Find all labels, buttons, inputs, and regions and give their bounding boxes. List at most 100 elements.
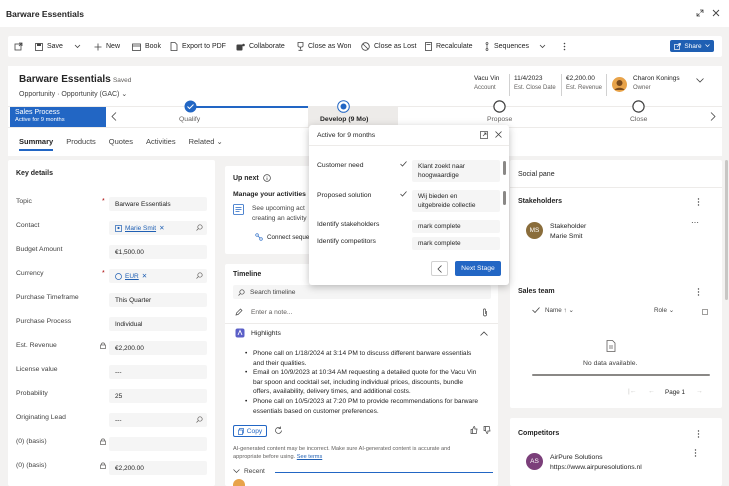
contact-lookup[interactable]: Marie Smit ✕ bbox=[109, 221, 207, 235]
currency-lookup[interactable]: EUR ✕ bbox=[109, 269, 207, 283]
column-header-role[interactable]: Role ⌄ bbox=[654, 307, 674, 314]
column-options-icon[interactable] bbox=[702, 309, 708, 315]
purchase-timeframe-select[interactable]: This Quarter bbox=[109, 293, 207, 307]
activity-avatar bbox=[233, 479, 245, 486]
stakeholder-more-button[interactable]: ⋯ bbox=[691, 218, 699, 227]
stage-close-marker[interactable] bbox=[632, 100, 645, 113]
collapse-highlights-button[interactable] bbox=[480, 331, 488, 336]
account-link[interactable]: Vacu Vin bbox=[474, 75, 499, 82]
collaborate-button[interactable]: Collaborate bbox=[236, 36, 285, 57]
competitor-more-button[interactable] bbox=[694, 449, 697, 457]
next-stage-button[interactable]: Next Stage bbox=[455, 261, 501, 276]
stage-qualify-label[interactable]: Qualify bbox=[179, 116, 200, 123]
step-proposed-solution-input[interactable]: Wij bieden en uitgebreide collectie bbox=[412, 190, 500, 212]
note-input[interactable]: Enter a note... bbox=[251, 309, 292, 316]
originating-lead-lookup[interactable]: --- bbox=[109, 413, 207, 427]
step-identify-stakeholders-input[interactable]: mark complete bbox=[412, 220, 500, 233]
stakeholders-more-button[interactable] bbox=[697, 198, 700, 206]
next-page-button[interactable]: → bbox=[696, 388, 703, 395]
page-scrollbar[interactable] bbox=[725, 160, 728, 300]
basis-2-input[interactable]: €2,200.00 bbox=[109, 461, 207, 475]
budget-amount-input[interactable]: €1,500.00 bbox=[109, 245, 207, 259]
topic-input[interactable]: Barware Essentials bbox=[109, 197, 207, 211]
stakeholder-item[interactable]: Stakeholder Marie Smit bbox=[550, 222, 586, 242]
tab-products[interactable]: Products bbox=[66, 137, 96, 151]
book-button[interactable]: Book bbox=[132, 36, 161, 57]
more-commands-button[interactable] bbox=[563, 36, 566, 57]
est-revenue-input[interactable]: €2,200.00 bbox=[109, 341, 207, 355]
probability-input[interactable]: 25 bbox=[109, 389, 207, 403]
first-page-button[interactable]: |← bbox=[628, 388, 637, 395]
sales-team-scrollbar[interactable] bbox=[532, 374, 710, 376]
attachment-icon[interactable] bbox=[482, 308, 488, 317]
remove-currency-icon[interactable]: ✕ bbox=[142, 272, 147, 280]
highlight-2-line3: offers, availability, delivery times, an… bbox=[253, 388, 411, 396]
close-icon[interactable] bbox=[712, 9, 720, 17]
save-button[interactable]: Save bbox=[35, 36, 63, 57]
sequences-chevron[interactable] bbox=[539, 36, 546, 57]
license-value-input[interactable]: --- bbox=[109, 365, 207, 379]
sequences-button[interactable]: Sequences bbox=[484, 36, 529, 57]
tab-related[interactable]: Related ⌄ bbox=[189, 137, 223, 151]
purchase-process-select[interactable]: Individual bbox=[109, 317, 207, 331]
header-expand-chevron[interactable] bbox=[696, 78, 704, 83]
copy-button[interactable]: Copy bbox=[233, 425, 267, 437]
refresh-button[interactable] bbox=[274, 426, 283, 435]
connect-sequence-button[interactable]: Connect seque bbox=[255, 233, 309, 241]
currency-link[interactable]: EUR bbox=[125, 273, 139, 280]
competitors-more-button[interactable] bbox=[697, 430, 700, 438]
export-pdf-button[interactable]: Export to PDF bbox=[170, 36, 226, 57]
stage-propose-marker[interactable] bbox=[493, 100, 506, 113]
close-as-won-button[interactable]: Close as Won bbox=[297, 36, 351, 57]
timeline-card: Timeline Search timeline Enter a note...… bbox=[225, 264, 498, 486]
see-terms-link[interactable]: See terms bbox=[297, 454, 323, 460]
stage-propose-label[interactable]: Propose bbox=[487, 116, 512, 123]
stage-develop-marker[interactable] bbox=[337, 100, 350, 113]
owner-link[interactable]: Charon Konings bbox=[633, 75, 680, 82]
stage-close-label[interactable]: Close bbox=[630, 116, 647, 123]
bpf-prev-button[interactable] bbox=[111, 112, 117, 121]
step-scrollbar[interactable] bbox=[503, 161, 506, 175]
checkmark-icon bbox=[400, 161, 407, 167]
tab-quotes[interactable]: Quotes bbox=[109, 137, 133, 151]
form-selector[interactable]: Opportunity (GAC) bbox=[61, 91, 119, 98]
contact-link[interactable]: Marie Smit bbox=[125, 225, 156, 232]
save-options-chevron[interactable] bbox=[74, 36, 81, 57]
share-button[interactable]: Share bbox=[670, 40, 714, 52]
highlight-3-line1: Phone call on 10/5/2023 at 7:20 PM to pr… bbox=[253, 398, 479, 405]
prev-page-button[interactable]: ← bbox=[648, 388, 655, 395]
recent-section-toggle[interactable]: Recent bbox=[233, 468, 265, 475]
flyout-close-button[interactable] bbox=[495, 131, 502, 138]
chevron-down-icon[interactable]: ⌄ bbox=[121, 91, 127, 98]
sales-team-more-button[interactable] bbox=[697, 288, 700, 296]
bpf-next-button[interactable] bbox=[710, 112, 716, 121]
flyout-dock-button[interactable] bbox=[480, 131, 488, 139]
thumbs-up-button[interactable] bbox=[470, 426, 478, 434]
competitor-url[interactable]: https://www.airpuresolutions.nl bbox=[550, 463, 642, 473]
chevron-up-icon bbox=[480, 331, 488, 336]
step-customer-need-input[interactable]: Klant zoekt naar hoogwaardige bbox=[412, 160, 500, 182]
column-header-name[interactable]: Name ↑ ⌄ bbox=[545, 307, 574, 314]
previous-stage-button[interactable] bbox=[431, 261, 448, 276]
remove-contact-icon[interactable]: ✕ bbox=[159, 224, 164, 232]
process-tag[interactable]: Sales Process Active for 9 months bbox=[10, 107, 106, 127]
highlight-item-3: Phone call on 10/5/2023 at 7:20 PM to pr… bbox=[245, 397, 498, 416]
close-as-lost-button[interactable]: Close as Lost bbox=[361, 36, 416, 57]
thumbs-down-button[interactable] bbox=[483, 426, 491, 434]
chevron-left-icon bbox=[437, 264, 442, 273]
up-next-description: See upcoming act creating an activity bbox=[252, 204, 307, 224]
open-record-button[interactable] bbox=[14, 36, 23, 57]
timeline-search-input[interactable]: Search timeline bbox=[233, 285, 491, 299]
stage-qualify-marker[interactable] bbox=[184, 100, 197, 113]
expand-icon[interactable] bbox=[696, 9, 704, 17]
step-identify-competitors-input[interactable]: mark complete bbox=[412, 237, 500, 250]
new-button[interactable]: New bbox=[94, 36, 120, 57]
tab-summary[interactable]: Summary bbox=[19, 137, 54, 151]
tab-activities[interactable]: Activities bbox=[146, 137, 176, 151]
stage-develop-label[interactable]: Develop (9 Mo) bbox=[320, 116, 368, 123]
recalculate-button[interactable]: Recalculate bbox=[425, 36, 473, 57]
step-scrollbar[interactable] bbox=[503, 191, 506, 205]
select-all-checkbox[interactable] bbox=[532, 307, 540, 313]
competitor-item[interactable]: AirPure Solutions https://www.airpuresol… bbox=[550, 453, 642, 473]
basis-1-input[interactable] bbox=[109, 437, 207, 451]
